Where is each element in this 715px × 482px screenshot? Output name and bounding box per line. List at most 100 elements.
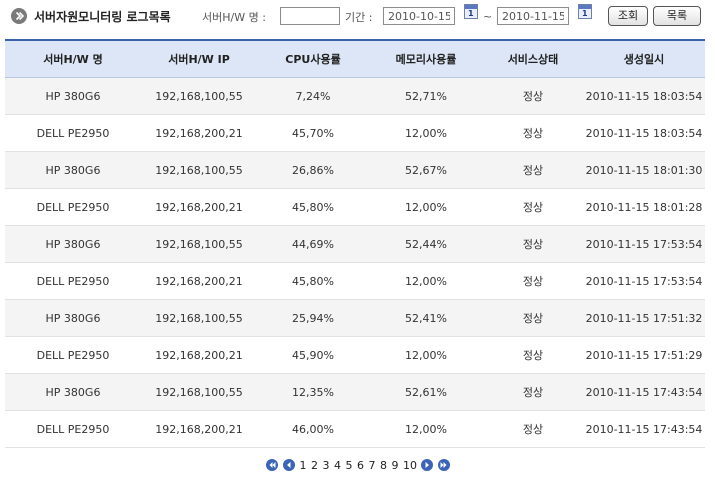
col-header-cpu-usage: CPU사용률 (257, 41, 369, 78)
table-row: HP 380G6 192,168,100,55 44,69% 52,44% 정상… (5, 225, 705, 263)
cell-server-ip: 192,168,200,21 (141, 262, 257, 300)
cell-cpu-usage: 45,90% (257, 336, 369, 374)
col-header-service-status: 서비스상태 (483, 41, 583, 78)
server-name-label: 서버H/W 명 : (202, 11, 266, 24)
cell-created-at: 2010-11-15 18:03:54 (583, 77, 705, 115)
cell-server-ip: 192,168,100,55 (141, 225, 257, 263)
col-header-server-name: 서버H/W 명 (5, 41, 141, 78)
page-title: 서버자원모니터링 로그목록 (34, 10, 171, 24)
table-row: DELL PE2950 192,168,200,21 45,70% 12,00%… (5, 114, 705, 152)
date-separator: ~ (483, 10, 493, 23)
cell-server-name: HP 380G6 (5, 151, 141, 189)
cell-service-status: 정상 (483, 151, 583, 189)
cell-created-at: 2010-11-15 17:51:29 (583, 336, 705, 374)
table-row: HP 380G6 192,168,100,55 25,94% 52,41% 정상… (5, 299, 705, 337)
cell-cpu-usage: 46,00% (257, 410, 369, 448)
cell-server-ip: 192,168,200,21 (141, 410, 257, 448)
cell-created-at: 2010-11-15 18:03:54 (583, 114, 705, 152)
prev-page-icon[interactable] (282, 459, 295, 471)
cell-service-status: 정상 (483, 114, 583, 152)
cell-server-name: HP 380G6 (5, 225, 141, 263)
cell-server-ip: 192,168,100,55 (141, 151, 257, 189)
page-link-5[interactable]: 5 (346, 459, 353, 472)
cell-server-name: HP 380G6 (5, 299, 141, 337)
page-link-3[interactable]: 3 (323, 459, 330, 472)
cell-server-ip: 192,168,200,21 (141, 114, 257, 152)
calendar-to-icon[interactable]: 1 (578, 4, 592, 19)
pagination: 1 2 3 4 5 6 7 8 9 10 (266, 458, 451, 472)
cell-service-status: 정상 (483, 262, 583, 300)
list-button[interactable]: 목록 (653, 6, 701, 26)
page-link-9[interactable]: 9 (392, 459, 399, 472)
cell-server-name: HP 380G6 (5, 77, 141, 115)
page-link-4[interactable]: 4 (334, 459, 341, 472)
cell-service-status: 정상 (483, 373, 583, 411)
cell-service-status: 정상 (483, 225, 583, 263)
cell-cpu-usage: 45,80% (257, 262, 369, 300)
table-row: HP 380G6 192,168,100,55 12,35% 52,61% 정상… (5, 373, 705, 411)
cell-service-status: 정상 (483, 336, 583, 374)
cell-server-ip: 192,168,200,21 (141, 336, 257, 374)
last-page-icon[interactable] (437, 459, 450, 471)
search-toolbar: 서버자원모니터링 로그목록 서버H/W 명 : 기간 : 1 ~ 1 조회 목록 (0, 0, 715, 34)
cell-created-at: 2010-11-15 17:53:54 (583, 225, 705, 263)
page-link-10[interactable]: 10 (403, 459, 417, 472)
cell-memory-usage: 52,71% (369, 77, 483, 115)
log-table: 서버H/W 명 서버H/W IP CPU사용률 메모리사용률 서비스상태 생성일… (5, 41, 705, 448)
period-label: 기간 : (345, 11, 373, 24)
cell-memory-usage: 52,61% (369, 373, 483, 411)
cell-cpu-usage: 7,24% (257, 77, 369, 115)
page-link-1[interactable]: 1 (300, 459, 307, 472)
search-button[interactable]: 조회 (608, 6, 648, 26)
cell-memory-usage: 12,00% (369, 262, 483, 300)
page-link-8[interactable]: 8 (380, 459, 387, 472)
calendar-from-icon[interactable]: 1 (464, 4, 478, 19)
chevron-right-icon (11, 8, 27, 24)
cell-memory-usage: 52,44% (369, 225, 483, 263)
cell-server-name: DELL PE2950 (5, 188, 141, 226)
next-page-icon[interactable] (421, 459, 433, 471)
cell-service-status: 정상 (483, 410, 583, 448)
cell-server-ip: 192,168,100,55 (141, 299, 257, 337)
cell-cpu-usage: 44,69% (257, 225, 369, 263)
cell-created-at: 2010-11-15 17:43:54 (583, 373, 705, 411)
cell-cpu-usage: 45,80% (257, 188, 369, 226)
col-header-created-at: 생성일시 (583, 41, 705, 78)
cell-service-status: 정상 (483, 77, 583, 115)
cell-created-at: 2010-11-15 17:43:54 (583, 410, 705, 448)
col-header-memory-usage: 메모리사용률 (369, 41, 483, 78)
table-row: HP 380G6 192,168,100,55 26,86% 52,67% 정상… (5, 151, 705, 189)
table-row: HP 380G6 192,168,100,55 7,24% 52,71% 정상 … (5, 77, 705, 115)
table-row: DELL PE2950 192,168,200,21 45,80% 12,00%… (5, 188, 705, 226)
cell-service-status: 정상 (483, 299, 583, 337)
cell-server-name: DELL PE2950 (5, 336, 141, 374)
cell-server-name: DELL PE2950 (5, 410, 141, 448)
page-link-2[interactable]: 2 (311, 459, 318, 472)
table-row: DELL PE2950 192,168,200,21 45,80% 12,00%… (5, 262, 705, 300)
cell-created-at: 2010-11-15 17:51:32 (583, 299, 705, 337)
cell-server-ip: 192,168,100,55 (141, 77, 257, 115)
cell-cpu-usage: 12,35% (257, 373, 369, 411)
col-header-server-ip: 서버H/W IP (141, 41, 257, 78)
cell-created-at: 2010-11-15 18:01:30 (583, 151, 705, 189)
server-name-input[interactable] (280, 7, 340, 25)
cell-cpu-usage: 26,86% (257, 151, 369, 189)
cell-server-name: DELL PE2950 (5, 114, 141, 152)
table-header-row: 서버H/W 명 서버H/W IP CPU사용률 메모리사용률 서비스상태 생성일… (5, 41, 705, 78)
cell-memory-usage: 12,00% (369, 114, 483, 152)
cell-memory-usage: 12,00% (369, 188, 483, 226)
cell-server-ip: 192,168,100,55 (141, 373, 257, 411)
cell-server-ip: 192,168,200,21 (141, 188, 257, 226)
table-row: DELL PE2950 192,168,200,21 45,90% 12,00%… (5, 336, 705, 374)
cell-server-name: DELL PE2950 (5, 262, 141, 300)
date-from-input[interactable] (383, 7, 455, 25)
first-page-icon[interactable] (266, 459, 278, 471)
page-link-7[interactable]: 7 (369, 459, 376, 472)
cell-created-at: 2010-11-15 17:53:54 (583, 262, 705, 300)
cell-memory-usage: 12,00% (369, 410, 483, 448)
cell-memory-usage: 12,00% (369, 336, 483, 374)
page-link-6[interactable]: 6 (357, 459, 364, 472)
date-to-input[interactable] (497, 7, 569, 25)
cell-cpu-usage: 45,70% (257, 114, 369, 152)
cell-memory-usage: 52,41% (369, 299, 483, 337)
